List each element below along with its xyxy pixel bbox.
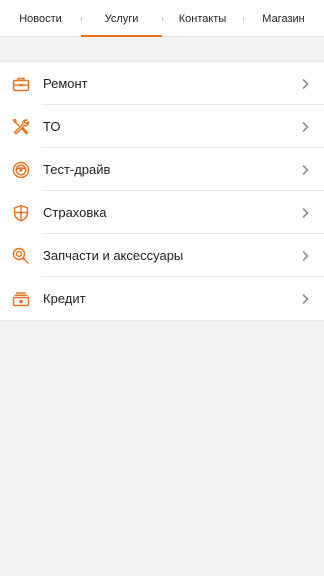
list-item-label: Тест-драйв [43, 162, 111, 177]
list-item-credit[interactable]: Кредит [0, 277, 324, 320]
steering-wheel-icon [12, 161, 30, 178]
tab-news[interactable]: Новости [0, 0, 81, 37]
top-tab-bar: Новости Услуги Контакты Магазин [0, 0, 324, 37]
list-item-insurance[interactable]: Страховка [0, 191, 324, 234]
chevron-right-icon [302, 207, 309, 218]
list-item-test-drive[interactable]: Тест-драйв [0, 148, 324, 191]
toolbox-icon [12, 77, 30, 91]
tab-contacts[interactable]: Контакты [162, 0, 243, 37]
wrench-screwdriver-icon [12, 118, 30, 134]
list-item-label: Страховка [43, 205, 107, 220]
list-item-label: Ремонт [43, 76, 88, 91]
list-item-parts-accessories[interactable]: Запчасти и аксессуары [0, 234, 324, 277]
chevron-right-icon [302, 78, 309, 89]
list-item-repair[interactable]: Ремонт [0, 62, 324, 105]
chevron-right-icon [302, 121, 309, 132]
cash-stack-icon [12, 291, 30, 306]
chevron-right-icon [302, 164, 309, 175]
services-list: Ремонт ТО Тест-драйв Страховка Запчасти … [0, 61, 324, 321]
search-part-icon [12, 247, 29, 264]
list-item-label: ТО [43, 119, 61, 134]
shield-icon [13, 204, 29, 222]
list-item-maintenance[interactable]: ТО [0, 105, 324, 148]
tab-shop[interactable]: Магазин [243, 0, 324, 37]
list-item-label: Кредит [43, 291, 86, 306]
tab-services[interactable]: Услуги [81, 0, 162, 37]
list-item-label: Запчасти и аксессуары [43, 248, 184, 263]
chevron-right-icon [302, 250, 309, 261]
chevron-right-icon [302, 293, 309, 304]
app-screen: Новости Услуги Контакты Магазин Ремонт Т… [0, 0, 324, 576]
